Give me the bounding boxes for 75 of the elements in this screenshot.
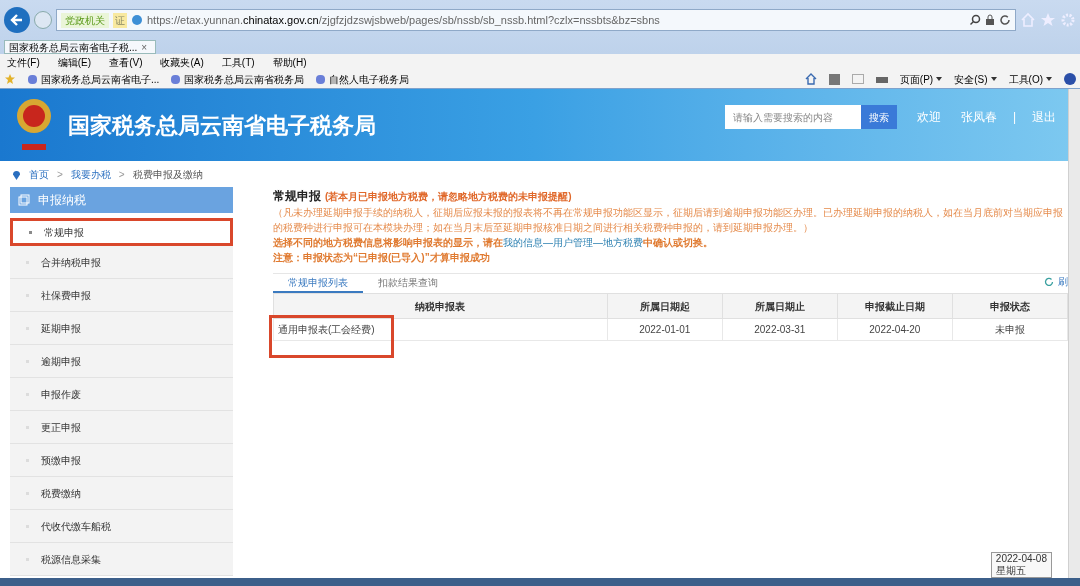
settings-icon[interactable] xyxy=(1060,12,1076,28)
column-header: 纳税申报表 xyxy=(273,293,608,319)
clock-date: 2022-04-08 xyxy=(995,553,1047,565)
sidebar-item[interactable]: 逾期申报 xyxy=(10,345,233,378)
menu-item[interactable]: 编辑(E) xyxy=(57,55,92,70)
section-title: 常规申报 xyxy=(273,189,321,203)
clock-weekday: 星期五 xyxy=(995,565,1027,577)
site-title: 国家税务总局云南省电子税务局 xyxy=(68,111,376,140)
refresh-button[interactable]: 刷 xyxy=(1044,274,1068,289)
caret-icon xyxy=(936,77,943,81)
mail-icon[interactable] xyxy=(851,74,864,84)
command-menu[interactable]: 工具(O) xyxy=(1008,71,1052,87)
back-arrow-icon xyxy=(10,13,24,27)
menu-item[interactable]: 帮助(H) xyxy=(272,55,307,70)
sidebar-item[interactable]: 合并纳税申报 xyxy=(10,246,233,279)
separator-text: | xyxy=(1012,109,1016,126)
column-header: 申报状态 xyxy=(952,293,1068,319)
favorite-link[interactable]: 国家税务总局云南省税务局 xyxy=(171,71,305,87)
forward-button[interactable] xyxy=(34,11,52,29)
column-header: 所属日期起 xyxy=(607,293,723,319)
sidebar-item[interactable]: 预缴申报 xyxy=(10,444,233,477)
refresh-icon xyxy=(1044,276,1054,287)
sidebar-item[interactable]: 常规申报 xyxy=(10,218,233,246)
title-note: (若本月已申报地方税费，请忽略地方税费的未申报提醒) xyxy=(325,191,572,202)
certificate-mark: 证 xyxy=(113,12,127,28)
breadcrumb-separator: > xyxy=(57,167,63,182)
hint-text: 选择不同的地方税费信息将影响申报表的显示，请在我的信息—用户管理—地方税费中确认或切换。 xyxy=(273,236,714,250)
sidebar-item[interactable]: 税源信息采集 xyxy=(10,543,233,576)
table-cell: 2022-03-31 xyxy=(722,318,838,341)
caret-icon xyxy=(1046,77,1052,81)
breadcrumb-link[interactable]: 我要办税 xyxy=(70,166,111,182)
sidebar-item[interactable]: 社保费申报 xyxy=(10,279,233,312)
menu-item[interactable]: 文件(F) xyxy=(7,55,40,70)
sidebar-item[interactable]: 代收代缴车船税 xyxy=(10,510,233,543)
search-icon xyxy=(969,14,981,26)
sidebar-item[interactable]: 更正申报 xyxy=(10,411,233,444)
favorite-link[interactable]: 国家税务总局云南省电子... xyxy=(28,71,160,87)
breadcrumb-link[interactable]: 首页 xyxy=(29,166,49,182)
command-menu[interactable]: 页面(P) xyxy=(899,71,943,87)
refresh-icon xyxy=(999,14,1011,26)
sidebar-item[interactable]: 延期申报 xyxy=(10,312,233,345)
search-button[interactable]: 搜索 xyxy=(860,105,897,129)
favorites-star-icon[interactable] xyxy=(4,73,16,85)
lock-icon xyxy=(985,14,995,26)
address-bar[interactable]: 党政机关 证 https://etax.yunnan.chinatax.gov.cn/zjgfzjdzswjsbweb/pages/sb/nssb/sb_nssb.html?czlx=nssbts&bz=sbns xyxy=(56,9,1016,31)
sidebar-item[interactable]: 申报作废 xyxy=(10,378,233,411)
settings-link[interactable]: 我的信息—用户管理—地方税费 xyxy=(503,237,643,248)
location-pin-icon xyxy=(12,168,21,180)
breadcrumb-separator: > xyxy=(118,167,125,182)
table-cell: 未申报 xyxy=(952,318,1068,341)
warning-text: 注意：申报状态为“已申报(已导入)”才算申报成功 xyxy=(273,251,491,265)
welcome-text: 欢迎 xyxy=(916,109,941,126)
menu-item[interactable]: 查看(V) xyxy=(109,55,143,70)
table-cell: 2022-01-01 xyxy=(607,318,723,341)
column-header: 所属日期止 xyxy=(722,293,838,319)
table-cell: 通用申报表(工会经费) xyxy=(273,318,608,341)
sidebar-item[interactable]: 税费缴纳 xyxy=(10,477,233,510)
notice-text: （凡未办理延期申报手续的纳税人，征期后应报未报的报表将不再在常规申报功能区显示，征期后请到逾期申报功能区办理。已办理延期申报的纳税人，如在当月底前对当期应申报的税费种进行申报可在本模块办理；如在当月末后至延期申报核准日期之间进行相关税费种申报的，请到延期申报办理。） xyxy=(273,206,1064,235)
search-field[interactable]: 请输入需要搜索的内容 xyxy=(724,105,861,129)
home-icon[interactable] xyxy=(804,73,817,85)
favorites-star-icon[interactable] xyxy=(1040,12,1056,28)
url-text: https://etax.yunnan.chinatax.gov.cn/zjgfzjdzswjsbweb/pages/sb/nssb/sb_nssb.html?czlx=nssbts&bz=sbns xyxy=(147,12,661,28)
column-header: 申报截止日期 xyxy=(837,293,953,319)
back-button[interactable] xyxy=(4,7,30,33)
caret-icon xyxy=(990,77,997,81)
layers-icon xyxy=(18,194,30,206)
table-cell: 2022-04-20 xyxy=(837,318,953,341)
menu-item[interactable]: 工具(T) xyxy=(221,55,255,70)
favorite-link[interactable]: 自然人电子税务局 xyxy=(316,71,410,87)
command-menu[interactable]: 安全(S) xyxy=(954,71,997,87)
browser-tab[interactable]: 国家税务总局云南省电子税... × xyxy=(4,40,156,54)
certificate-badge: 党政机关 xyxy=(61,12,109,28)
content-tab[interactable]: 扣款结果查询 xyxy=(363,275,453,293)
menu-item[interactable]: 收藏夹(A) xyxy=(160,55,204,70)
sidebar-title: 申报纳税 xyxy=(38,192,86,209)
